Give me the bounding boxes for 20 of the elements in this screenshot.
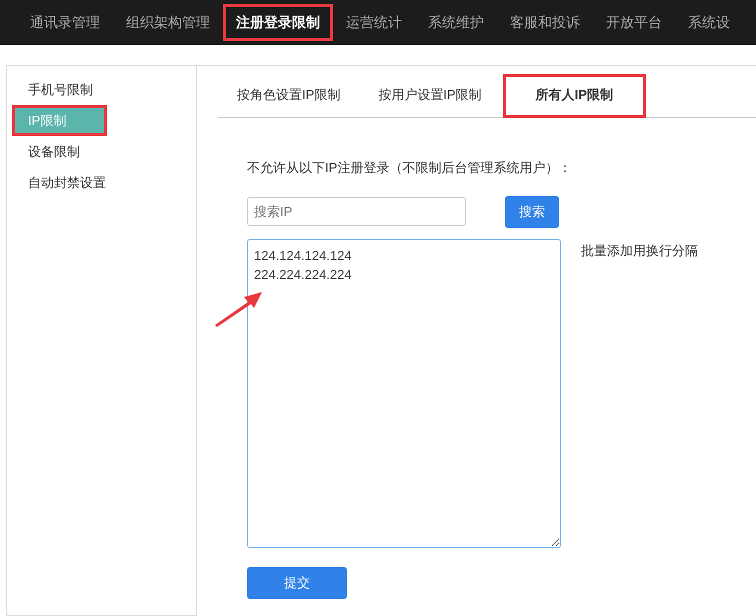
nav-tab[interactable]: 系统设 — [675, 4, 743, 41]
search-field[interactable]: 搜索IP — [247, 197, 466, 226]
sidebar-item[interactable]: 自动封禁设置 — [7, 167, 196, 198]
nav-tab[interactable]: 运营统计 — [333, 4, 415, 41]
description-text: 不允许从以下IP注册登录（不限制后台管理系统用户）： — [247, 159, 572, 177]
tab[interactable]: 所有人IP限制 — [502, 74, 646, 118]
sidebar-item[interactable]: 手机号限制 — [7, 74, 196, 105]
tab[interactable]: 按用户设置IP限制 — [359, 74, 501, 118]
nav-tab[interactable]: 系统维护 — [415, 4, 497, 41]
nav-tab[interactable]: 组织架构管理 — [113, 4, 223, 41]
ip-list-field[interactable]: 124.124.124.124 224.224.224.224 — [247, 238, 561, 548]
nav-tab[interactable]: 注册登录限制 — [223, 4, 333, 41]
search-button[interactable]: 搜索 — [505, 196, 559, 228]
nav-tab[interactable]: 客服和投诉 — [497, 4, 593, 41]
nav-tab[interactable]: 开放平台 — [593, 4, 675, 41]
nav-tab[interactable]: 通讯录管理 — [17, 4, 113, 41]
submit-button[interactable]: 提交 — [247, 566, 347, 598]
hint-text: 批量添加用换行分隔 — [580, 242, 698, 260]
tab[interactable]: 按角色设置IP限制 — [218, 74, 360, 118]
sidebar-item[interactable]: 设备限制 — [7, 136, 196, 167]
